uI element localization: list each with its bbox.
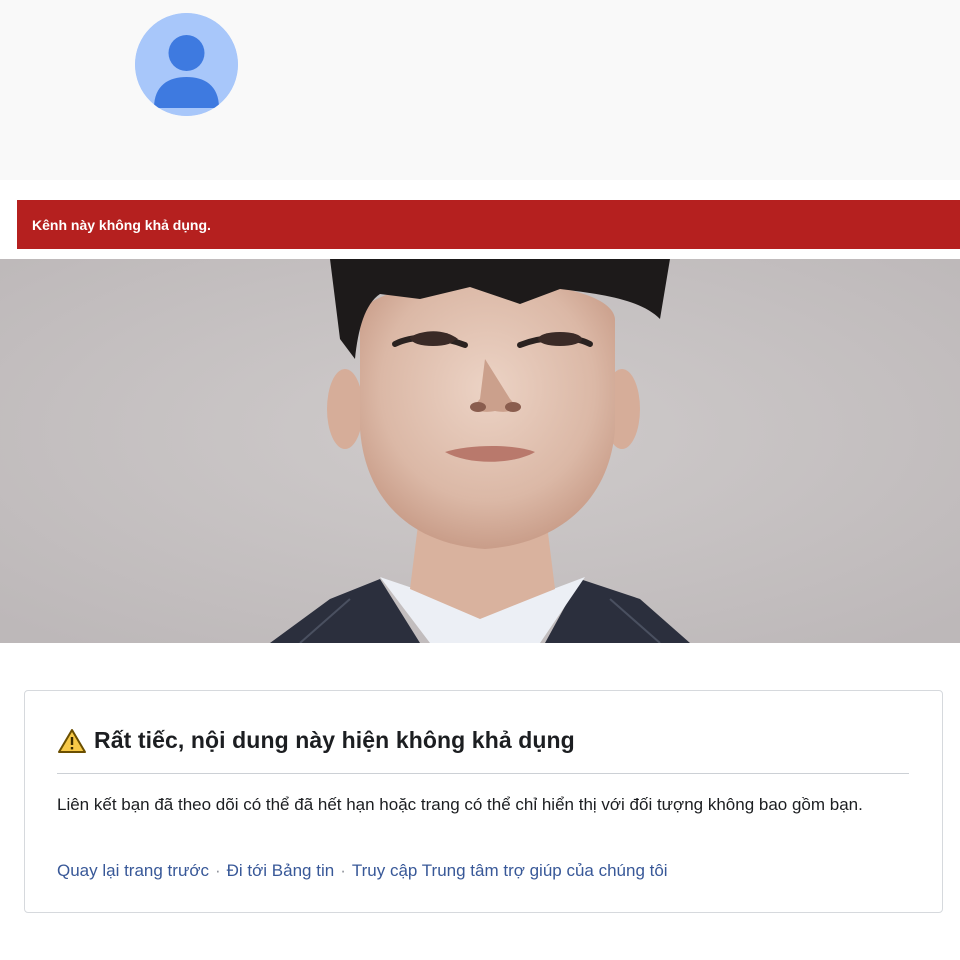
go-back-link[interactable]: Quay lại trang trước	[57, 861, 209, 880]
alert-text: Kênh này không khả dụng.	[32, 216, 211, 233]
divider	[57, 773, 909, 774]
help-links: Quay lại trang trước · Đi tới Bảng tin · Tru…	[57, 861, 668, 881]
warning-icon	[58, 728, 86, 753]
help-center-link[interactable]: Truy cập Trung tâm trợ giúp của chúng tô…	[352, 861, 668, 880]
card-title: Rất tiếc, nội dung này hiện không khả dụ…	[94, 727, 575, 753]
card-header: Rất tiếc, nội dung này hiện không khả dụ…	[57, 727, 575, 754]
default-avatar-icon[interactable]	[135, 13, 238, 116]
news-feed-link[interactable]: Đi tới Bảng tin	[227, 861, 335, 880]
cover-photo	[0, 259, 960, 643]
channel-unavailable-banner: Kênh này không khả dụng.	[17, 200, 960, 249]
content-unavailable-card: Rất tiếc, nội dung này hiện không khả dụ…	[24, 690, 943, 913]
card-message: Liên kết bạn đã theo dõi có thể đã hết h…	[57, 795, 863, 814]
profile-header	[0, 0, 960, 180]
link-separator: ·	[214, 861, 221, 880]
link-separator: ·	[340, 861, 346, 880]
